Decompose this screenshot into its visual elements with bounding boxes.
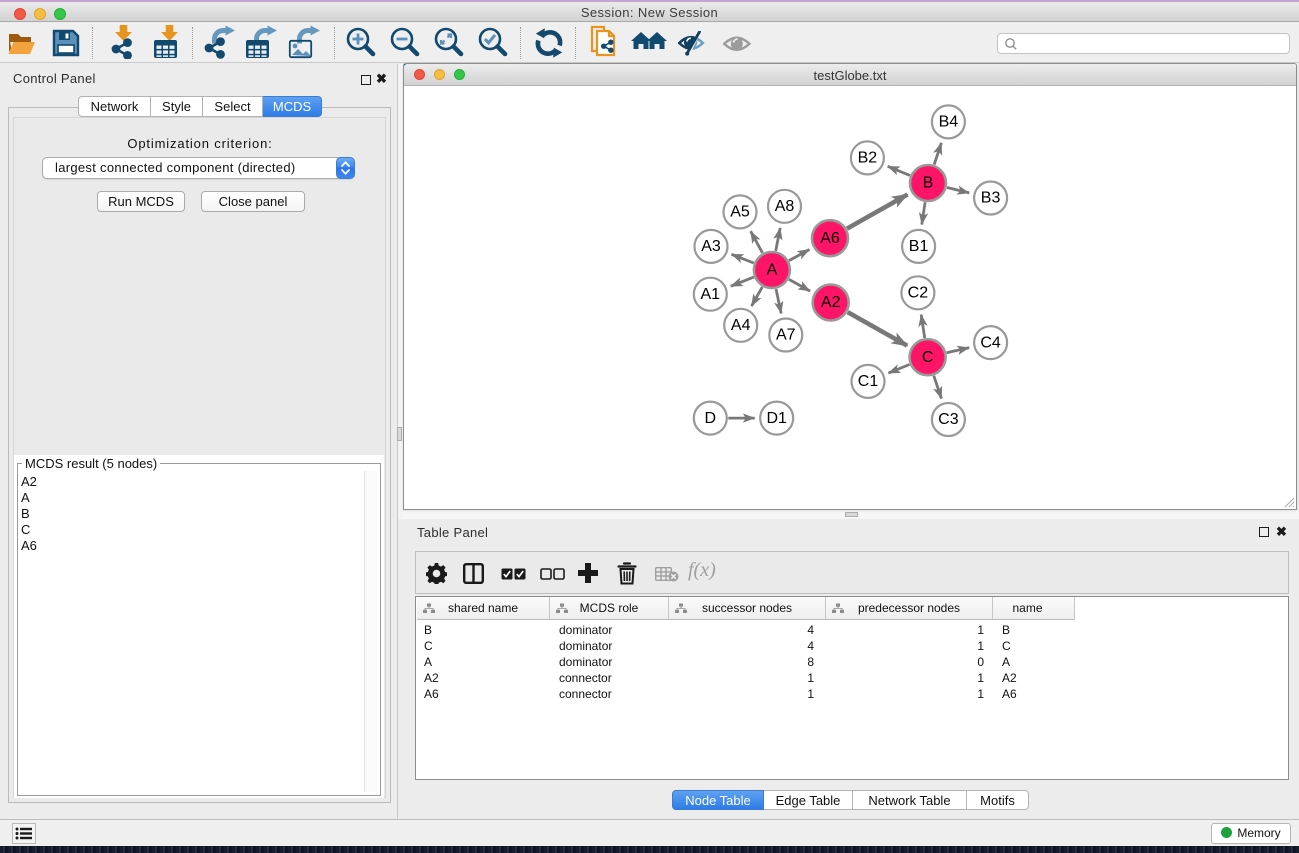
- svg-text:B1: B1: [909, 238, 929, 255]
- svg-text:D: D: [705, 410, 717, 427]
- svg-text:D1: D1: [766, 410, 787, 427]
- svg-text:B4: B4: [939, 114, 959, 131]
- svg-text:B2: B2: [858, 150, 878, 167]
- svg-text:C1: C1: [858, 373, 879, 390]
- svg-text:C2: C2: [908, 285, 929, 302]
- svg-text:B3: B3: [981, 190, 1001, 207]
- svg-text:A7: A7: [776, 327, 796, 344]
- svg-text:B: B: [923, 175, 934, 192]
- svg-text:C4: C4: [980, 334, 1001, 351]
- svg-text:A5: A5: [730, 204, 750, 221]
- svg-text:A3: A3: [701, 238, 721, 255]
- svg-text:A8: A8: [775, 198, 795, 215]
- svg-text:A4: A4: [731, 317, 751, 334]
- svg-text:C3: C3: [938, 411, 959, 428]
- svg-text:A: A: [767, 262, 778, 279]
- svg-text:C: C: [922, 349, 934, 366]
- svg-text:A6: A6: [820, 230, 840, 247]
- svg-text:A2: A2: [821, 294, 841, 311]
- svg-text:A1: A1: [701, 286, 721, 303]
